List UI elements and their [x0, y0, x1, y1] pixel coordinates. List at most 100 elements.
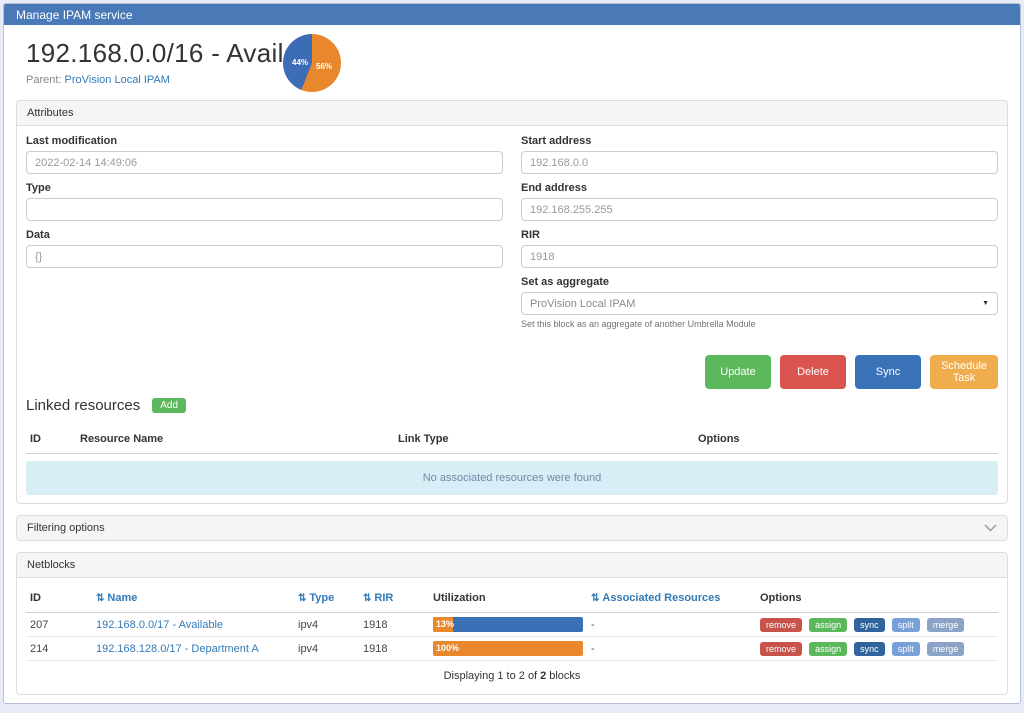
- utilization-bar: 100%: [433, 641, 583, 656]
- chevron-down-icon: ▼: [982, 300, 989, 307]
- utilization-pie-chart: 44% 56%: [283, 34, 341, 92]
- netblock-row: 214 192.168.128.0/17 - Department A ipv4…: [26, 637, 998, 661]
- type-label: Type: [26, 182, 503, 194]
- linked-resources-table: ID Resource Name Link Type Options: [26, 428, 998, 454]
- sync-row-button[interactable]: sync: [854, 642, 885, 656]
- schedule-task-button[interactable]: Schedule Task: [930, 355, 998, 389]
- filtering-options-label: Filtering options: [27, 522, 105, 534]
- attributes-panel: Attributes Last modification Type D: [16, 100, 1008, 504]
- field-end-address: End address: [521, 182, 998, 221]
- data-label: Data: [26, 229, 503, 241]
- merge-button[interactable]: merge: [927, 642, 965, 656]
- assign-button[interactable]: assign: [809, 618, 847, 632]
- nb-col-rir-sort[interactable]: ⇅RIR: [359, 587, 429, 613]
- modal-title-bar: Manage IPAM service: [4, 4, 1020, 25]
- split-button[interactable]: split: [892, 618, 920, 632]
- netblocks-table: ID ⇅Name ⇅Type ⇅RIR Utilization ⇅Associa…: [26, 587, 998, 661]
- remove-button[interactable]: remove: [760, 642, 802, 656]
- nb-col-utilization: Utilization: [429, 587, 587, 613]
- sort-icon: ⇅: [298, 593, 306, 604]
- nb-row-type: ipv4: [294, 613, 359, 637]
- netblocks-header-row: ID ⇅Name ⇅Type ⇅RIR Utilization ⇅Associa…: [26, 587, 998, 613]
- attributes-form: Last modification Type Data: [26, 135, 998, 337]
- end-address-input[interactable]: [521, 198, 998, 221]
- sync-row-button[interactable]: sync: [854, 618, 885, 632]
- field-data: Data: [26, 229, 503, 268]
- nb-row-associated: -: [587, 613, 756, 637]
- nb-col-id: ID: [26, 587, 92, 613]
- attributes-heading: Attributes: [17, 101, 1007, 126]
- pie-label-blue: 44%: [292, 58, 308, 67]
- netblocks-body: ID ⇅Name ⇅Type ⇅RIR Utilization ⇅Associa…: [17, 578, 1007, 694]
- nb-row-options: remove assign sync split merge: [756, 613, 998, 637]
- utilization-fill: 100%: [433, 641, 583, 656]
- netblocks-heading: Netblocks: [17, 553, 1007, 578]
- nb-row-id: 207: [26, 613, 92, 637]
- parent-link[interactable]: ProVision Local IPAM: [65, 74, 170, 86]
- pagination-status: Displaying 1 to 2 of2blocks: [26, 661, 998, 686]
- form-column-left: Last modification Type Data: [26, 135, 503, 337]
- nb-row-type: ipv4: [294, 637, 359, 661]
- action-buttons: Update Delete Sync Schedule Task: [26, 355, 998, 389]
- update-button[interactable]: Update: [705, 355, 771, 389]
- field-start-address: Start address: [521, 135, 998, 174]
- sort-icon: ⇅: [96, 593, 104, 604]
- add-linked-resource-button[interactable]: Add: [152, 398, 186, 413]
- filtering-options-panel: Filtering options: [16, 515, 1008, 541]
- linked-resources-header-row: ID Resource Name Link Type Options: [26, 428, 998, 454]
- nb-col-associated-sort[interactable]: ⇅Associated Resources: [587, 587, 756, 613]
- merge-button[interactable]: merge: [927, 618, 965, 632]
- delete-button[interactable]: Delete: [780, 355, 846, 389]
- last-modification-input[interactable]: [26, 151, 503, 174]
- rir-label: RIR: [521, 229, 998, 241]
- parent-line: Parent: ProVision Local IPAM: [26, 74, 998, 86]
- netblocks-panel: Netblocks ID ⇅Name ⇅Type ⇅RIR Utilizatio…: [16, 552, 1008, 695]
- pagination-prefix: Displaying 1 to 2 of: [444, 670, 538, 682]
- netblock-link[interactable]: 192.168.128.0/17 - Department A: [96, 643, 259, 655]
- linked-resources-heading: Linked resources Add: [26, 397, 998, 414]
- no-resources-alert: No associated resources were found: [26, 461, 998, 495]
- rir-input[interactable]: [521, 245, 998, 268]
- modal-body: 192.168.0.0/16 - Available Parent: ProVi…: [4, 25, 1020, 695]
- aggregate-label: Set as aggregate: [521, 276, 998, 288]
- end-address-label: End address: [521, 182, 998, 194]
- chevron-down-icon: [984, 524, 997, 532]
- lr-col-resource-name: Resource Name: [76, 428, 394, 454]
- linked-resources-title: Linked resources: [26, 397, 140, 414]
- block-overview: 192.168.0.0/16 - Available Parent: ProVi…: [16, 25, 1008, 100]
- start-address-input[interactable]: [521, 151, 998, 174]
- form-column-right: Start address End address RIR Set a: [521, 135, 998, 337]
- field-last-modification: Last modification: [26, 135, 503, 174]
- data-input[interactable]: [26, 245, 503, 268]
- field-set-as-aggregate: Set as aggregate ProVision Local IPAM ▼ …: [521, 276, 998, 329]
- nb-col-name-sort[interactable]: ⇅Name: [92, 587, 294, 613]
- nb-row-id: 214: [26, 637, 92, 661]
- pie-label-orange: 56%: [316, 62, 332, 71]
- netblock-link[interactable]: 192.168.0.0/17 - Available: [96, 619, 223, 631]
- start-address-label: Start address: [521, 135, 998, 147]
- split-button[interactable]: split: [892, 642, 920, 656]
- nb-row-associated: -: [587, 637, 756, 661]
- nb-row-options: remove assign sync split merge: [756, 637, 998, 661]
- lr-col-options: Options: [694, 428, 998, 454]
- sort-icon: ⇅: [363, 593, 371, 604]
- aggregate-help-text: Set this block as an aggregate of anothe…: [521, 319, 998, 329]
- sync-button[interactable]: Sync: [855, 355, 921, 389]
- type-input[interactable]: [26, 198, 503, 221]
- nb-col-type-sort[interactable]: ⇅Type: [294, 587, 359, 613]
- sort-icon: ⇅: [591, 593, 599, 604]
- nb-row-rir: 1918: [359, 637, 429, 661]
- aggregate-selected-value: ProVision Local IPAM: [530, 298, 635, 310]
- remove-button[interactable]: remove: [760, 618, 802, 632]
- nb-row-rir: 1918: [359, 613, 429, 637]
- filtering-options-toggle[interactable]: Filtering options: [17, 516, 1007, 540]
- attributes-body: Last modification Type Data: [17, 126, 1007, 503]
- modal-title: Manage IPAM service: [16, 8, 133, 22]
- utilization-bar: 13%: [433, 617, 583, 632]
- page-title: 192.168.0.0/16 - Available: [26, 38, 998, 69]
- assign-button[interactable]: assign: [809, 642, 847, 656]
- last-modification-label: Last modification: [26, 135, 503, 147]
- aggregate-select[interactable]: ProVision Local IPAM ▼: [521, 292, 998, 315]
- pagination-count: 2: [540, 670, 546, 682]
- pagination-suffix: blocks: [549, 670, 580, 682]
